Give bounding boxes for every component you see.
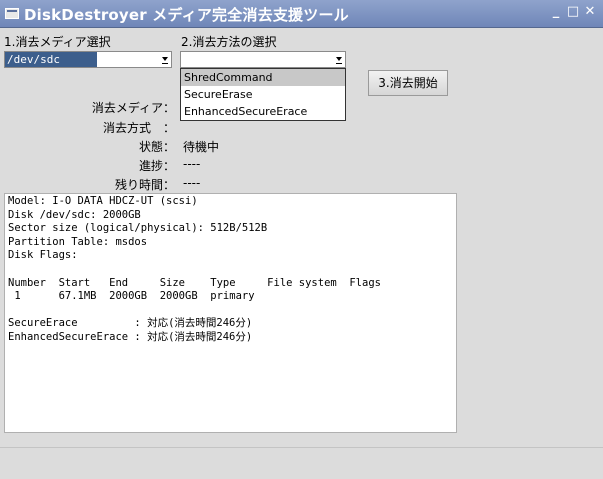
console-line: Disk Flags:	[8, 249, 78, 262]
console-line: Number Start End Size Type File system F…	[8, 276, 381, 289]
console-line: Model: I-O DATA HDCZ-UT (scsi)	[8, 195, 198, 207]
minimize-icon[interactable]: _	[549, 5, 563, 19]
console-line: 1 67.1MB 2000GB 2000GB primary	[8, 290, 255, 303]
window-title: DiskDestroyer メディア完全消去支援ツール	[24, 6, 349, 24]
window-icon[interactable]	[5, 8, 19, 19]
media-select-value: /dev/sdc	[5, 52, 97, 67]
remaining-time-value: ----	[183, 176, 201, 190]
method-select[interactable]	[180, 51, 346, 68]
divider	[0, 447, 603, 448]
method-option-enhancedsecureerace[interactable]: EnhancedSecureErace	[181, 103, 345, 120]
progress-label: 進捗：	[138, 159, 175, 173]
status-value: 待機中	[183, 140, 220, 154]
console-line: Partition Table: msdos	[8, 235, 148, 248]
title-bar[interactable]: DiskDestroyer メディア完全消去支援ツール _ □ ✕	[0, 0, 603, 28]
chevron-down-icon[interactable]	[336, 57, 342, 64]
media-select[interactable]: /dev/sdc	[4, 51, 172, 68]
maximize-icon[interactable]: □	[566, 5, 580, 19]
step1-label: 1.消去メディア選択	[4, 35, 111, 49]
step2-label: 2.消去方法の選択	[181, 35, 277, 49]
close-icon[interactable]: ✕	[583, 5, 597, 19]
console-line: Disk /dev/sdc: 2000GB	[8, 208, 141, 221]
console-line: Sector size (logical/physical): 512B/512…	[8, 222, 268, 235]
console-line: EnhancedSecureErace : 対応(消去時間246分)	[8, 330, 253, 343]
chevron-down-icon[interactable]	[162, 57, 168, 64]
remaining-time-label: 残り時間：	[114, 178, 175, 192]
method-label: 消去方式 ：	[102, 121, 175, 135]
media-label: 消去メディア：	[91, 101, 175, 115]
start-erase-button[interactable]: 3.消去開始	[368, 70, 448, 96]
window-controls: _ □ ✕	[549, 5, 597, 19]
status-label: 状態：	[138, 140, 175, 154]
console-line: SecureErace : 対応(消去時間246分)	[8, 317, 253, 330]
progress-value: ----	[183, 157, 201, 171]
method-option-secureerase[interactable]: SecureErase	[181, 86, 345, 103]
method-option-shredcommand[interactable]: ShredCommand	[181, 69, 345, 86]
disk-info-console[interactable]: Model: I-O DATA HDCZ-UT (scsi) Disk /dev…	[4, 193, 457, 433]
method-dropdown-list: ShredCommand SecureErase EnhancedSecureE…	[180, 68, 346, 121]
